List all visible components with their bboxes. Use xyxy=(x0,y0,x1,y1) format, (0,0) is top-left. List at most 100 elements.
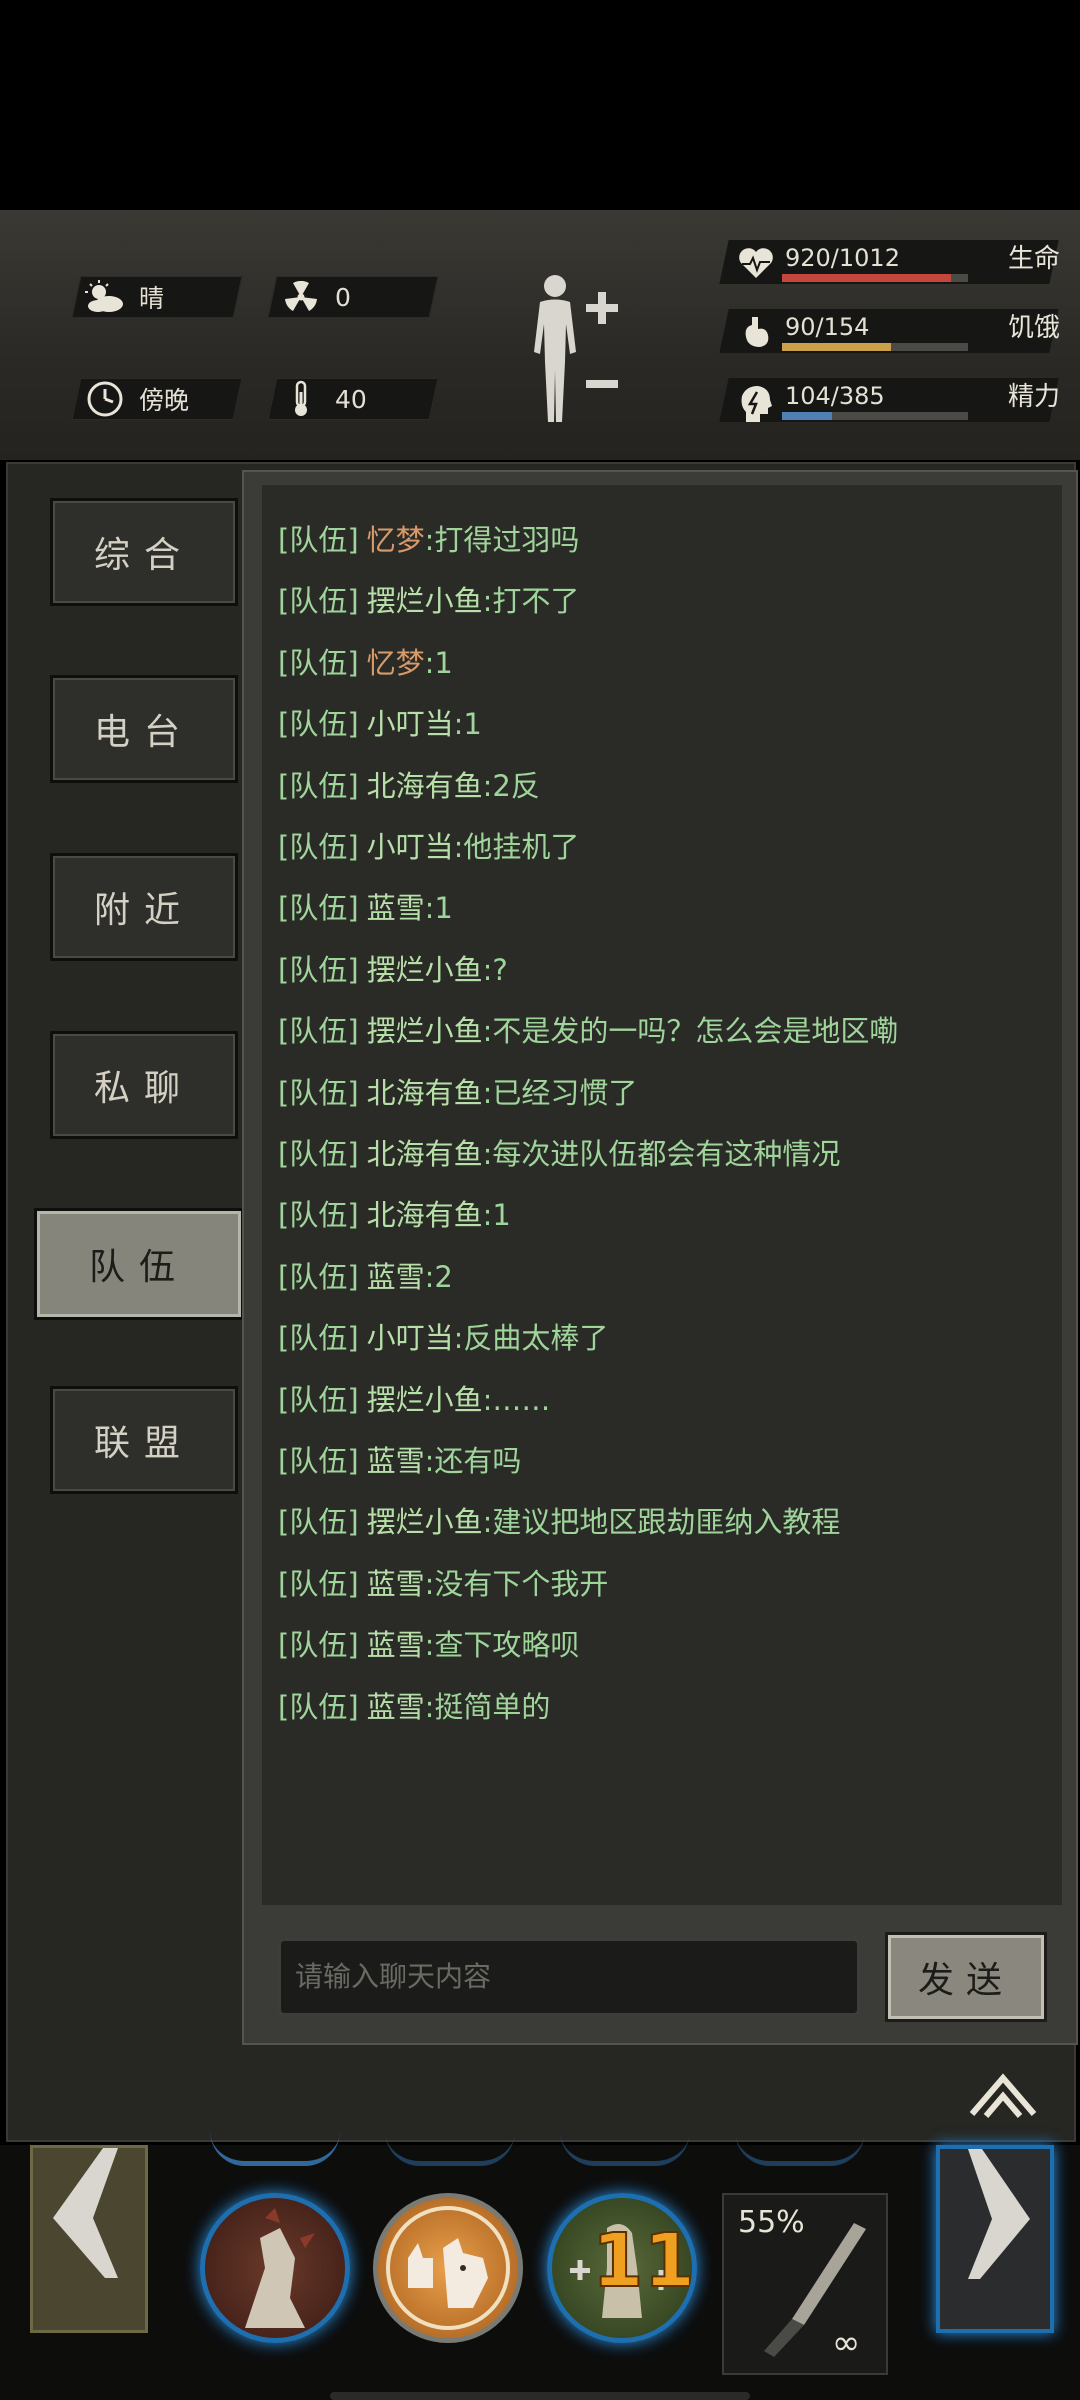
chat-message: [队伍] 忆梦:打得过羽吗 xyxy=(278,517,579,559)
status-header: 晴 0 傍晚 40 920/1012 生命 90/154 饥饿 104/385 … xyxy=(0,210,1080,460)
chat-input[interactable]: 请输入聊天内容 xyxy=(278,1938,860,2016)
chat-message: [队伍] 摆烂小鱼:打不了 xyxy=(278,578,579,620)
channel-tag: [队伍] xyxy=(278,1382,359,1417)
sender-name[interactable]: 蓝雪 xyxy=(367,891,425,925)
chat-message: [队伍] 摆烂小鱼:不是发的一吗？怎么会是地区嘞 xyxy=(278,1008,898,1050)
chat-message: [队伍] 小叮当:1 xyxy=(278,701,482,743)
sender-name[interactable]: 摆烂小鱼 xyxy=(367,1014,483,1048)
cloudy-sun-icon xyxy=(85,277,125,317)
sender-name[interactable]: 摆烂小鱼 xyxy=(367,953,483,987)
energy-bar-fill xyxy=(782,412,833,420)
hunger-value: 90/154 xyxy=(785,313,870,341)
hunger-stat: 90/154 饥饿 xyxy=(719,309,1060,353)
channel-tag: [队伍] xyxy=(278,1444,359,1478)
sender-name[interactable]: 北海有鱼 xyxy=(367,1076,483,1110)
sender-name[interactable]: 小叮当 xyxy=(367,830,454,864)
tab-nearby[interactable]: 附近 xyxy=(50,853,238,961)
channel-tag: [队伍] xyxy=(278,1075,359,1110)
hunger-label: 饥饿 xyxy=(1007,313,1060,343)
chat-message: [队伍] 蓝雪:1 xyxy=(278,885,453,927)
skill-slot-attack[interactable] xyxy=(200,2193,350,2343)
sender-name[interactable]: 蓝雪 xyxy=(367,1628,425,1662)
skill-slot-heal[interactable]: 11 xyxy=(547,2193,697,2343)
health-label: 生命 xyxy=(1007,244,1060,274)
skill-slot-partial xyxy=(735,2131,865,2166)
skill-badge-count: 11 xyxy=(591,2217,695,2305)
chat-message: [队伍] 北海有鱼:2反 xyxy=(278,763,540,805)
message-text: :2反 xyxy=(482,768,540,803)
message-text: :打得过羽吗 xyxy=(424,523,580,557)
message-text: :反曲太棒了 xyxy=(453,1321,609,1356)
chat-message: [队伍] 忆梦:1 xyxy=(278,640,453,682)
time-of-day-text: 傍晚 xyxy=(139,386,190,415)
tab-general[interactable]: 综合 xyxy=(50,498,238,606)
temperature-pill: 40 xyxy=(267,378,439,420)
sender-name[interactable]: 蓝雪 xyxy=(367,1260,425,1294)
radiation-icon xyxy=(281,277,321,317)
bottom-hotbar: 11 55% ∞ xyxy=(0,2145,1080,2400)
chat-message: [队伍] 蓝雪:没有下个我开 xyxy=(278,1561,608,1603)
home-indicator xyxy=(330,2392,750,2400)
sender-name[interactable]: 小叮当 xyxy=(367,707,454,741)
channel-tag: [队伍] xyxy=(278,1259,359,1294)
channel-tag: [队伍] xyxy=(278,768,359,803)
sender-name[interactable]: 忆梦 xyxy=(367,523,425,557)
message-text: :? xyxy=(482,952,508,987)
character-body-button[interactable] xyxy=(520,272,630,432)
fist-slam-icon xyxy=(245,2208,315,2328)
tab-private[interactable]: 私聊 xyxy=(50,1031,238,1139)
sender-name[interactable]: 忆梦 xyxy=(367,646,425,680)
sender-name[interactable]: 摆烂小鱼 xyxy=(367,1383,483,1417)
chat-message: [队伍] 蓝雪:挺简单的 xyxy=(278,1684,550,1726)
channel-tag: [队伍] xyxy=(278,891,359,926)
stomach-icon xyxy=(738,315,774,351)
channel-tag: [队伍] xyxy=(278,645,359,680)
chat-message: [队伍] 摆烂小鱼:建议把地区跟劫匪纳入教程 xyxy=(278,1499,840,1541)
tab-radio[interactable]: 电台 xyxy=(50,675,238,783)
tab-team[interactable]: 队伍 xyxy=(34,1208,244,1320)
channel-tag: [队伍] xyxy=(278,707,359,742)
sender-name[interactable]: 北海有鱼 xyxy=(367,1137,483,1171)
sender-name[interactable]: 蓝雪 xyxy=(367,1567,425,1601)
sender-name[interactable]: 小叮当 xyxy=(367,1321,454,1355)
chat-message: [队伍] 摆烂小鱼:…… xyxy=(278,1377,550,1419)
health-stat: 920/1012 生命 xyxy=(719,240,1060,284)
channel-tag: [队伍] xyxy=(278,523,359,557)
chat-message: [队伍] 小叮当:他挂机了 xyxy=(278,824,579,866)
message-text: :没有下个我开 xyxy=(424,1566,609,1601)
send-button[interactable]: 发送 xyxy=(888,1935,1044,2019)
weapon-uses: ∞ xyxy=(832,2323,861,2363)
arrow-left-icon xyxy=(53,2148,118,2278)
collapse-chat-button[interactable] xyxy=(966,2068,1040,2122)
channel-tag: [队伍] xyxy=(278,830,359,864)
weapon-slot[interactable]: 55% ∞ xyxy=(722,2193,888,2375)
message-text: :打不了 xyxy=(482,584,580,619)
chat-message: [队伍] 摆烂小鱼:? xyxy=(278,947,508,989)
sender-name[interactable]: 摆烂小鱼 xyxy=(367,1505,483,1539)
message-text: :…… xyxy=(482,1382,551,1417)
hotbar-prev-button[interactable] xyxy=(30,2145,148,2333)
message-text: :挺简单的 xyxy=(424,1689,551,1724)
dog-thumbs-up-icon xyxy=(386,2206,510,2330)
sender-name[interactable]: 蓝雪 xyxy=(367,1690,425,1724)
heart-icon xyxy=(738,246,774,282)
sender-name[interactable]: 北海有鱼 xyxy=(367,769,483,803)
sender-name[interactable]: 蓝雪 xyxy=(367,1444,425,1478)
time-pill: 傍晚 xyxy=(71,378,243,420)
message-text: :1 xyxy=(482,1198,511,1233)
message-text: :不是发的一吗？怎么会是地区嘞 xyxy=(482,1014,899,1049)
tab-alliance[interactable]: 联盟 xyxy=(50,1386,238,1494)
skill-slot-partial xyxy=(385,2131,515,2166)
message-text: :查下攻略呗 xyxy=(424,1628,580,1663)
message-text: :已经习惯了 xyxy=(482,1075,638,1110)
energy-head-icon xyxy=(738,384,774,422)
energy-stat: 104/385 精力 xyxy=(719,378,1060,422)
hotbar-next-button[interactable] xyxy=(936,2145,1054,2333)
message-text: :1 xyxy=(424,645,453,680)
message-text: :2 xyxy=(424,1259,453,1294)
skill-slot-partial xyxy=(210,2131,340,2166)
sender-name[interactable]: 摆烂小鱼 xyxy=(367,584,483,618)
skill-slot-pet[interactable] xyxy=(373,2193,523,2343)
chat-message: [队伍] 北海有鱼:已经习惯了 xyxy=(278,1070,637,1112)
sender-name[interactable]: 北海有鱼 xyxy=(367,1198,483,1232)
